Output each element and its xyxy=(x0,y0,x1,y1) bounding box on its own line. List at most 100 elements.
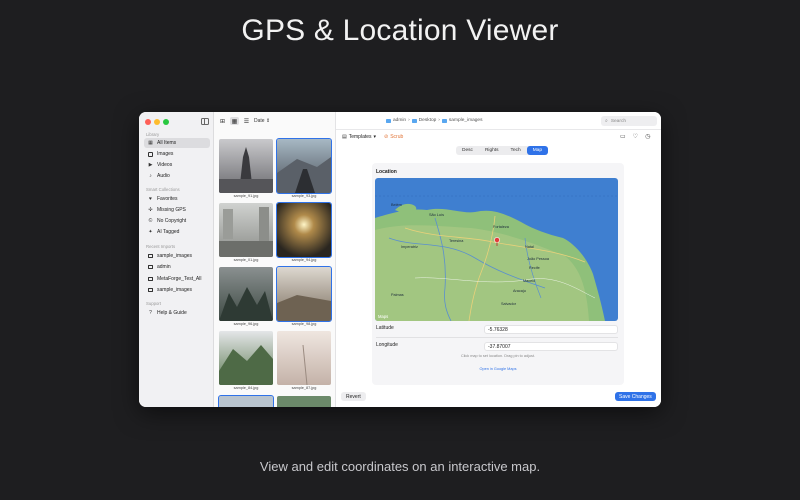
thumbnail[interactable] xyxy=(219,139,273,193)
sort-select[interactable]: Date ⇕ xyxy=(254,118,270,124)
folder-icon xyxy=(148,265,153,269)
sidebar-item-recent-1[interactable]: sample_images xyxy=(144,251,210,261)
tab-rights[interactable]: Rights xyxy=(479,146,505,155)
file-browser: ⊞ ▦ ☰ Date ⇕ sample_91.jpg sample_93.jpg… xyxy=(214,112,336,407)
folder-icon xyxy=(441,118,447,123)
sidebar-item-recent-4[interactable]: sample_images xyxy=(144,285,210,295)
map-city-label: João Pessoa xyxy=(527,257,550,261)
map-city-label: Fortaleza xyxy=(493,225,510,229)
import-folder-icon[interactable]: ⊞ xyxy=(218,117,227,125)
sidebar-item-all-items[interactable]: ▦ All Items xyxy=(144,138,210,148)
search-icon: ⌕ xyxy=(605,118,608,124)
tab-desc[interactable]: Desc xyxy=(456,146,479,155)
heart-icon: ♥ xyxy=(149,195,152,202)
sidebar-item-no-copyright[interactable]: © No Copyright xyxy=(144,216,210,226)
help-icon: ? xyxy=(149,309,152,316)
sidebar-item-help[interactable]: ? Help & Guide xyxy=(144,308,210,318)
sidebar-toggle-icon[interactable] xyxy=(201,118,209,125)
thumbnail[interactable] xyxy=(219,203,273,257)
breadcrumb-item[interactable]: Desktop xyxy=(419,118,437,123)
latitude-label: Latitude xyxy=(376,325,394,331)
window-controls xyxy=(145,119,169,125)
save-changes-button[interactable]: Save Changes xyxy=(615,392,656,401)
interactive-map[interactable]: Belém São Luís Fortaleza Teresina Natal … xyxy=(375,178,618,321)
sidebar-item-audio[interactable]: ♪ Audio xyxy=(144,171,210,181)
sidebar-item-images[interactable]: Images xyxy=(144,149,210,159)
latitude-field[interactable]: -5.76328 xyxy=(484,325,618,334)
map-city-label: Maceió xyxy=(523,279,535,283)
thumbnail-label: sample_01.jpg xyxy=(233,258,259,262)
thumbnail-label: sample_98.jpg xyxy=(291,322,317,326)
section-library: Library xyxy=(146,132,160,137)
video-icon: ▶ xyxy=(148,161,153,168)
section-smart-collections: Smart Collections xyxy=(146,187,180,192)
sidebar-item-favorites[interactable]: ♥ Favorites xyxy=(144,194,210,204)
thumbnail[interactable] xyxy=(276,138,332,194)
tab-map[interactable]: Map xyxy=(526,146,549,155)
thumbnail[interactable] xyxy=(276,202,332,258)
folder-icon xyxy=(411,118,417,123)
folder-icon xyxy=(148,277,153,281)
thumbnail-label: sample_84.jpg xyxy=(233,386,259,390)
sidebar-item-ai-tagged[interactable]: ✦ AI Tagged xyxy=(144,227,210,237)
open-google-maps-link[interactable]: Open in Google Maps xyxy=(372,367,624,371)
thumbnail-label: sample_96.jpg xyxy=(233,322,259,326)
inspector-tabs: Desc Rights Tech Map xyxy=(456,146,549,155)
chevron-down-icon: ▾ xyxy=(373,134,377,140)
location-icon: ✣ xyxy=(148,206,153,213)
history-icon[interactable]: ◷ xyxy=(645,133,650,140)
map-city-label: Palmas xyxy=(391,293,404,297)
grid-view-button[interactable]: ▦ xyxy=(230,117,239,125)
folder-icon xyxy=(148,254,153,258)
browser-toolbar: ⊞ ▦ ☰ Date ⇕ xyxy=(218,116,270,126)
list-view-button[interactable]: ☰ xyxy=(242,117,251,125)
grid-icon: ▦ xyxy=(148,139,153,146)
sidebar-item-missing-gps[interactable]: ✣ Missing GPS xyxy=(144,205,210,215)
breadcrumb-item[interactable]: sample_images xyxy=(449,118,483,123)
thumbnail[interactable] xyxy=(218,395,274,407)
longitude-label: Longitude xyxy=(376,342,398,348)
photo-icon xyxy=(148,151,153,157)
templates-menu[interactable]: ▤ Templates ▾ xyxy=(342,134,376,140)
map-city-label: São Luís xyxy=(429,213,444,217)
hero-title: GPS & Location Viewer xyxy=(241,14,559,47)
app-window: Library ▦ All Items Images ▶ Videos ♪ Au… xyxy=(139,112,661,407)
revert-button[interactable]: Revert xyxy=(341,392,366,401)
map-city-label: Salvador xyxy=(501,302,517,306)
map-city-label: Teresina xyxy=(449,239,464,243)
section-support: Support xyxy=(146,301,162,306)
longitude-field[interactable]: -37.87007 xyxy=(484,342,618,351)
map-city-label: Aracaju xyxy=(513,289,526,293)
thumbnail[interactable] xyxy=(219,267,273,321)
location-panel: Location Belém São Luís Fortaleza Teresi… xyxy=(372,163,624,385)
music-note-icon: ♪ xyxy=(149,172,152,179)
close-window-button[interactable] xyxy=(145,119,151,125)
thumbnail-label: sample_94.jpg xyxy=(291,258,317,262)
sparkle-icon: ✦ xyxy=(148,228,153,235)
sidebar-item-recent-2[interactable]: admin xyxy=(144,262,210,272)
thumbnail[interactable] xyxy=(277,331,331,385)
tab-tech[interactable]: Tech xyxy=(505,146,527,155)
scrub-button[interactable]: ⊘ Scrub xyxy=(384,134,403,140)
map-city-label: Recife xyxy=(529,266,540,270)
location-heading: Location xyxy=(376,169,397,175)
copyright-icon: © xyxy=(148,217,153,224)
map-attribution: Maps xyxy=(378,314,388,319)
thumbnail-label: sample_93.jpg xyxy=(291,194,317,198)
thumbnail-label: sample_91.jpg xyxy=(233,194,259,198)
sidebar-item-recent-3[interactable]: MetaForge_Test_All xyxy=(144,274,210,284)
section-recent-imports: Recent Imports xyxy=(146,244,176,249)
search-input[interactable]: ⌕ Search xyxy=(601,116,657,126)
templates-icon: ▤ xyxy=(342,134,347,140)
thumbnail[interactable] xyxy=(277,396,331,407)
breadcrumb-item[interactable]: admin xyxy=(393,118,406,123)
thumbnail[interactable] xyxy=(276,266,332,322)
sidebar-item-videos[interactable]: ▶ Videos xyxy=(144,160,210,170)
zoom-window-button[interactable] xyxy=(163,119,169,125)
heart-icon[interactable]: ♡ xyxy=(633,133,638,140)
hero-subtitle: View and edit coordinates on an interact… xyxy=(259,459,541,474)
sidebar: Library ▦ All Items Images ▶ Videos ♪ Au… xyxy=(139,112,214,407)
thumbnail[interactable] xyxy=(219,331,273,385)
minimize-window-button[interactable] xyxy=(154,119,160,125)
folder-icon[interactable]: ▭ xyxy=(620,133,626,140)
